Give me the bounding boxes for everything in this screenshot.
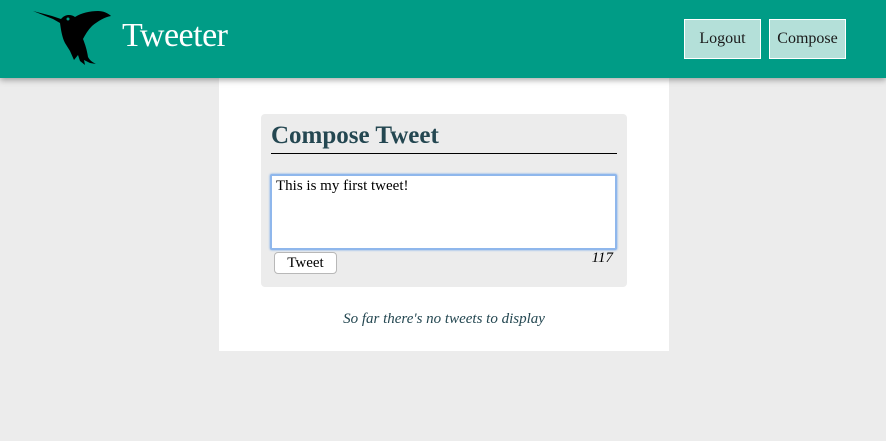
brand-title: Tweeter (122, 17, 228, 54)
main-container: Compose Tweet This is my first tweet! Tw… (219, 78, 669, 351)
compose-title: Compose Tweet (271, 122, 439, 149)
tweet-textarea[interactable]: This is my first tweet! (270, 174, 617, 250)
title-divider (271, 153, 617, 154)
compose-tweet-box: Compose Tweet This is my first tweet! Tw… (261, 114, 627, 287)
hummingbird-icon (33, 11, 111, 65)
navbar: Tweeter Logout Compose (0, 0, 886, 78)
compose-button[interactable]: Compose (769, 19, 846, 59)
tweet-button[interactable]: Tweet (274, 252, 337, 274)
char-counter: 117 (591, 250, 613, 266)
empty-feed-message: So far there's no tweets to display (343, 311, 545, 327)
logout-button[interactable]: Logout (684, 19, 761, 59)
